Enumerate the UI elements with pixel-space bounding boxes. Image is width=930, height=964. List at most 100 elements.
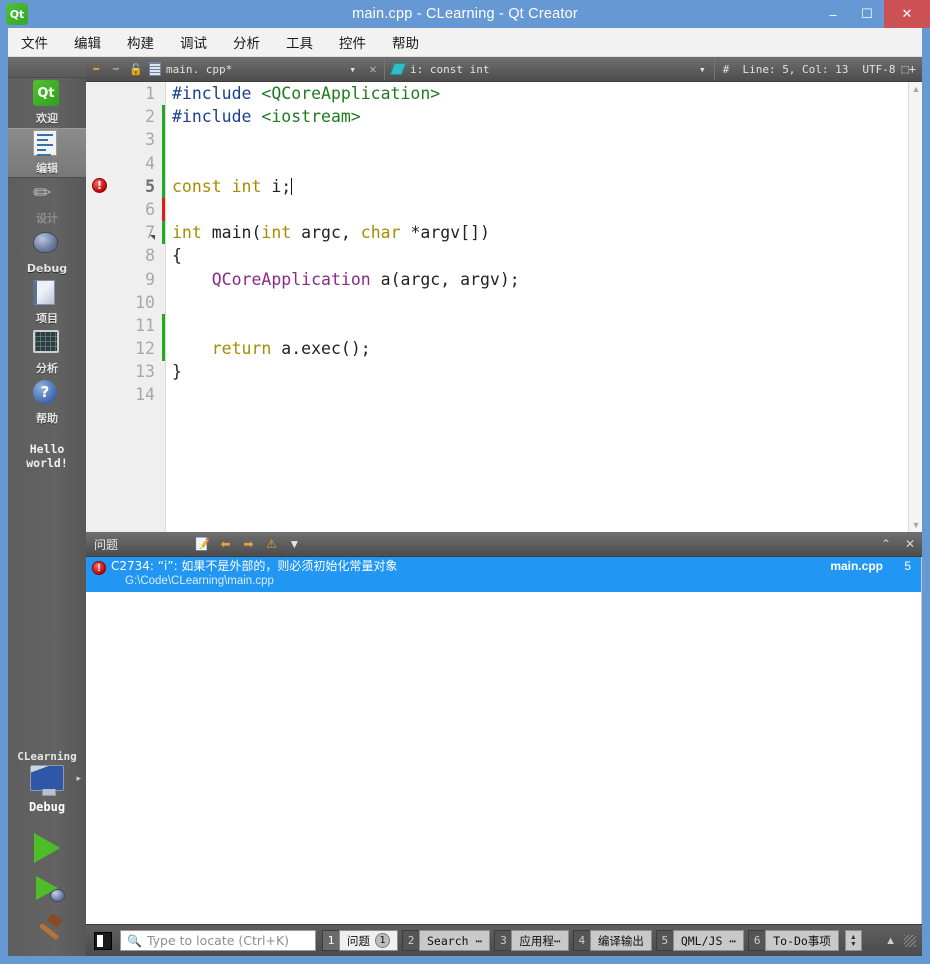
close-button[interactable]: ✕: [884, 0, 930, 28]
line-column-indicator[interactable]: # Line: 5, Col: 13: [715, 63, 857, 76]
issue-row[interactable]: ! C2734: “i”: 如果不是外部的，则必须初始化常量对象 G:\Code…: [86, 557, 921, 592]
filter-issues-icon[interactable]: 📝: [191, 537, 214, 551]
tab-number: 1: [322, 930, 339, 951]
qt-logo-icon: Qt: [33, 80, 61, 108]
sidebar-item-label: 编辑: [36, 162, 58, 175]
scroll-down-icon[interactable]: ▼: [909, 518, 923, 532]
edit-document-icon: [33, 130, 61, 158]
sidebar-item-label: Debug: [26, 261, 68, 275]
sidebar-toggle-icon[interactable]: [94, 931, 112, 950]
code-line: return a.exec();: [172, 337, 922, 360]
tab-todo-entries[interactable]: 6 To-Do事项: [748, 930, 839, 951]
sidebar-item-edit[interactable]: 编辑: [8, 128, 86, 178]
menu-item-widgets[interactable]: 控件: [326, 30, 379, 54]
mode-selector-sidebar: Qt 欢迎 编辑 ✏ 设计 Debug 项目 分析 ? 帮助 Hello wor…: [8, 57, 86, 956]
menu-bar: 文件 编辑 构建 调试 分析 工具 控件 帮助: [8, 28, 922, 57]
close-document-icon[interactable]: ✕: [362, 62, 384, 76]
menu-item-edit[interactable]: 编辑: [61, 30, 114, 54]
collapse-pane-icon[interactable]: ⌃: [874, 537, 898, 551]
error-severity-icon: !: [92, 561, 106, 575]
editor-vertical-scrollbar[interactable]: ▲ ▼: [908, 82, 922, 532]
code-token: #include: [172, 107, 262, 127]
navigate-forward-icon[interactable]: ➡: [106, 62, 126, 76]
code-token: main(: [201, 223, 262, 243]
close-pane-icon[interactable]: ✕: [898, 537, 922, 551]
symbol-combobox[interactable]: i: const int ▾: [385, 63, 714, 76]
sidebar-item-analyze[interactable]: 分析: [8, 328, 86, 378]
line-number: 6: [145, 199, 155, 219]
filter-funnel-icon[interactable]: ▼: [283, 537, 306, 551]
line-number: 9: [145, 269, 155, 289]
help-question-icon: ?: [33, 380, 61, 408]
start-debugging-button[interactable]: [8, 868, 86, 908]
split-editor-icon[interactable]: ⬚+: [902, 62, 922, 76]
sidebar-item-label: 帮助: [36, 412, 58, 425]
error-marker-bar: [162, 198, 165, 221]
code-line: int main(int argc, char *argv[]): [172, 221, 922, 244]
tab-number: 2: [402, 930, 419, 951]
output-pane-spinner[interactable]: ▲ ▼: [844, 930, 862, 951]
qt-logo-icon: Qt: [6, 3, 28, 25]
title-bar: Qt main.cpp - CLearning - Qt Creator – ☐…: [0, 0, 930, 28]
line-number: 7: [145, 223, 155, 243]
sidebar-item-debug[interactable]: Debug: [8, 228, 86, 278]
menu-item-analyze[interactable]: 分析: [220, 30, 273, 54]
tab-issues[interactable]: 1 问题 1: [322, 930, 398, 951]
scroll-up-icon[interactable]: ▲: [909, 82, 923, 96]
lock-icon[interactable]: 🔓: [126, 63, 146, 76]
menu-item-debug[interactable]: 调试: [167, 30, 220, 54]
run-button[interactable]: [8, 828, 86, 868]
warning-toggle-icon[interactable]: ⚠: [260, 537, 283, 551]
build-button[interactable]: [8, 908, 86, 948]
menu-item-help[interactable]: 帮助: [379, 30, 432, 54]
error-marker-icon[interactable]: !: [92, 178, 107, 193]
code-token: }: [172, 362, 182, 382]
code-token: const: [172, 176, 222, 196]
navigate-back-icon[interactable]: ⬅: [86, 62, 106, 76]
sidebar-item-help[interactable]: ? 帮助: [8, 378, 86, 428]
sidebar-item-projects[interactable]: 项目: [8, 278, 86, 328]
text-caret: [291, 177, 293, 195]
tab-number: 4: [572, 930, 590, 951]
code-token: i;: [261, 176, 292, 196]
code-token: <QCoreApplication>: [261, 84, 441, 103]
status-bar: 🔍 Type to locate (Ctrl+K) 1 问题 1 2 Searc…: [86, 924, 922, 956]
tab-label: 问题: [347, 933, 370, 948]
menu-item-build[interactable]: 构建: [114, 30, 167, 54]
menu-item-tools[interactable]: 工具: [273, 30, 326, 54]
prev-issue-icon[interactable]: ⬅: [214, 537, 237, 551]
open-file-combobox[interactable]: main. cpp* ▾: [166, 63, 362, 76]
locator-placeholder: Type to locate (Ctrl+K): [146, 933, 290, 948]
tab-application-output[interactable]: 3 应用程⋯: [494, 930, 569, 951]
encoding-selector[interactable]: UTF-8: [856, 63, 901, 76]
minimize-button[interactable]: –: [816, 0, 850, 28]
maximize-output-icon[interactable]: ▲: [879, 935, 902, 947]
editor-pane: ⬅ ➡ 🔓 main. cpp* ▾ ✕ i: const int ▾ # Li…: [86, 57, 922, 532]
tab-qml-js-console[interactable]: 5 QML/JS ⋯: [655, 930, 745, 951]
code-text[interactable]: #include <QCoreApplication> #include <io…: [166, 82, 922, 532]
code-token: a.exec();: [271, 339, 371, 359]
tab-compile-output[interactable]: 4 编译输出: [572, 930, 652, 951]
locator-input[interactable]: 🔍 Type to locate (Ctrl+K): [120, 930, 316, 951]
line-number: 1: [145, 84, 155, 103]
change-marker-bar: [162, 314, 165, 361]
kit-selector[interactable]: ▸: [8, 765, 86, 796]
code-fold-marker-icon[interactable]: [150, 235, 155, 240]
change-marker-bar: [162, 105, 165, 198]
line-number-gutter[interactable]: ! 1 2 3 4 5 6 7 8 9 10 11 12 13 14: [86, 82, 166, 532]
tab-label: Search ⋯: [427, 933, 483, 948]
next-issue-icon[interactable]: ➡: [237, 537, 260, 551]
issue-file-path: G:\Code\CLearning\main.cpp: [125, 575, 274, 587]
code-editor-area[interactable]: ! 1 2 3 4 5 6 7 8 9 10 11 12 13 14 #incl…: [86, 82, 922, 532]
maximize-button[interactable]: ☐: [850, 0, 884, 28]
menu-item-file[interactable]: 文件: [8, 30, 61, 54]
issue-file-name: main.cpp: [830, 559, 883, 573]
line-number: 8: [145, 246, 155, 266]
issues-list[interactable]: ! C2734: “i”: 如果不是外部的，则必须初始化常量对象 G:\Code…: [86, 557, 922, 924]
sidebar-item-welcome[interactable]: Qt 欢迎: [8, 78, 86, 128]
open-file-name: main. cpp*: [166, 62, 233, 76]
resize-grip[interactable]: [904, 934, 916, 947]
sidebar-item-design[interactable]: ✏ 设计: [8, 178, 86, 228]
tab-search-results[interactable]: 2 Search ⋯: [402, 930, 491, 951]
